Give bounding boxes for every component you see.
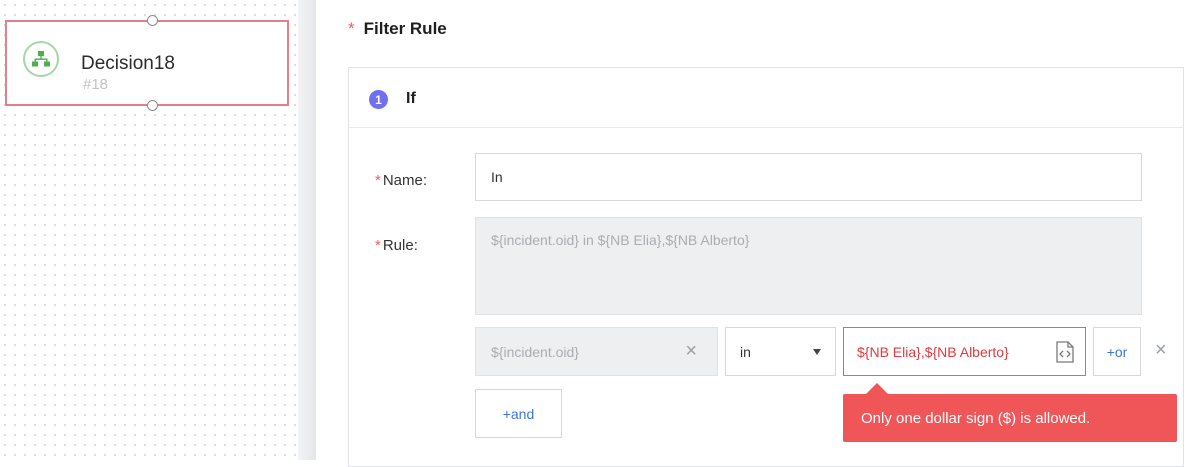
add-or-button[interactable]: +or [1093, 327, 1141, 376]
node-title: Decision18 [81, 53, 175, 74]
step-badge: 1 [369, 90, 388, 109]
add-and-button[interactable]: +and [475, 389, 562, 438]
code-editor-icon[interactable] [1055, 341, 1075, 366]
value-input[interactable]: ${NB Elia},${NB Alberto} [843, 327, 1086, 376]
condition-field[interactable]: ${incident.oid} × [475, 327, 718, 376]
flow-canvas[interactable]: Decision18 #18 [0, 0, 300, 460]
required-mark: * [375, 237, 381, 254]
condition-field-value: ${incident.oid} [491, 343, 579, 360]
remove-condition-icon[interactable]: × [1155, 339, 1167, 362]
section-title-text: Filter Rule [363, 19, 447, 38]
operator-select[interactable]: in [725, 327, 836, 376]
rule-label-text: Rule: [382, 237, 418, 254]
error-tooltip: Only one dollar sign ($) is allowed. [843, 394, 1177, 442]
name-input[interactable]: In [475, 153, 1142, 201]
required-mark: * [375, 172, 381, 189]
step-label: If [406, 90, 416, 107]
rule-expression: ${incident.oid} in ${NB Elia},${NB Alber… [475, 217, 1142, 315]
panel-divider [298, 0, 316, 460]
section-title: * Filter Rule [348, 19, 447, 39]
clear-icon[interactable]: × [685, 340, 697, 363]
tooltip-arrow [866, 383, 888, 394]
required-mark: * [348, 19, 355, 38]
node-output-port[interactable] [147, 100, 158, 111]
org-chart-icon [23, 41, 59, 77]
name-label: * Name: [375, 172, 427, 189]
value-text: ${NB Elia},${NB Alberto} [857, 343, 1009, 360]
node-input-port[interactable] [147, 15, 158, 26]
rule-label: * Rule: [375, 237, 418, 254]
rule-header: 1 If [349, 68, 1183, 128]
operator-value: in [740, 343, 751, 360]
caret-down-icon [813, 349, 821, 355]
node-id: #18 [83, 76, 109, 93]
name-label-text: Name: [382, 172, 428, 189]
decision-node[interactable]: Decision18 #18 [5, 15, 289, 111]
